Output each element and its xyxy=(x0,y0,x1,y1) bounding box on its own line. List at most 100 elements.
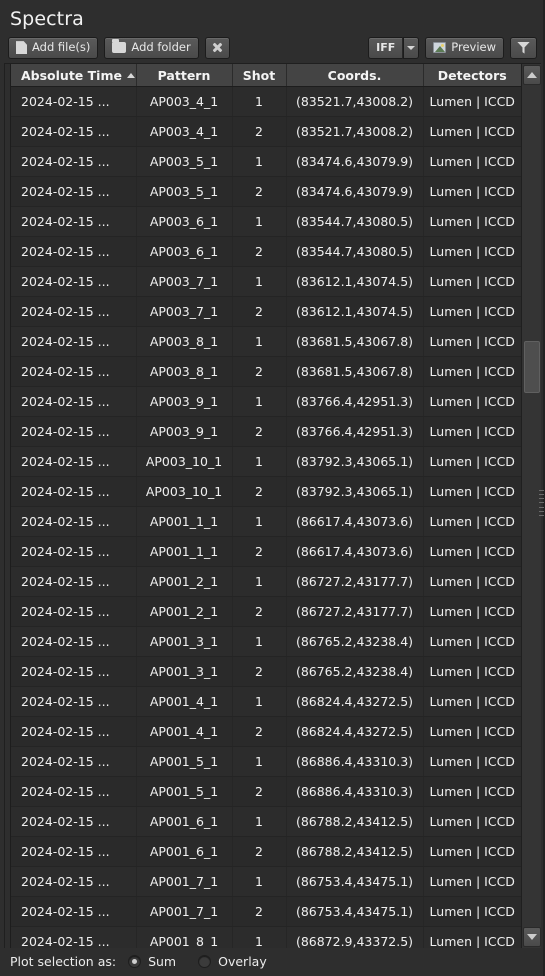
cell-detectors: Lumen | ICCD xyxy=(423,626,521,657)
format-select-dropdown-button[interactable] xyxy=(403,36,420,59)
table-row[interactable]: 2024-02-15 ... AP001_4_1 1 (86824.4,43272.5… xyxy=(11,686,521,717)
cell-detectors: Lumen | ICCD xyxy=(423,506,521,537)
column-header-detectors[interactable]: Detectors xyxy=(423,64,521,87)
table-row[interactable]: 2024-02-15 ... AP003_8_1 1 (83681.5,43067.8… xyxy=(11,326,521,357)
table-row[interactable]: 2024-02-15 ... AP001_5_1 1 (86886.4,43310.3… xyxy=(11,746,521,777)
column-header-shot[interactable]: Shot xyxy=(232,64,287,87)
cell-coords: (83612.1,43074.5) xyxy=(286,266,424,297)
cell-detectors: Lumen | ICCD xyxy=(423,236,521,267)
table-row[interactable]: 2024-02-15 ... AP001_2_1 2 (86727.2,43177.7… xyxy=(11,596,521,627)
scroll-up-button[interactable] xyxy=(522,65,541,86)
radio-option-overlay[interactable]: Overlay xyxy=(198,954,267,969)
cell-coords: (83792.3,43065.1) xyxy=(286,446,424,477)
table-row[interactable]: 2024-02-15 ... AP003_6_1 2 (83544.7,43080.5… xyxy=(11,236,521,267)
cell-pattern: AP003_7_1 xyxy=(136,296,233,327)
table-row[interactable]: 2024-02-15 ... AP003_5_1 2 (83474.6,43079.9… xyxy=(11,176,521,207)
preview-button[interactable]: Preview xyxy=(425,36,504,59)
table-row[interactable]: 2024-02-15 ... AP001_4_1 2 (86824.4,43272.5… xyxy=(11,716,521,747)
cell-detectors: Lumen | ICCD xyxy=(423,656,521,687)
cell-coords: (83544.7,43080.5) xyxy=(286,206,424,237)
cell-coords: (86727.2,43177.7) xyxy=(286,596,424,627)
cell-coords: (86765.2,43238.4) xyxy=(286,656,424,687)
table-row[interactable]: 2024-02-15 ... AP003_10_1 1 (83792.3,43065.… xyxy=(11,446,521,477)
cell-shot: 1 xyxy=(232,566,287,597)
table-row[interactable]: 2024-02-15 ... AP003_9_1 2 (83766.4,42951.3… xyxy=(11,416,521,447)
cell-shot: 2 xyxy=(232,416,287,447)
cell-detectors: Lumen | ICCD xyxy=(423,416,521,447)
column-header-coords-label: Coords. xyxy=(327,67,382,83)
cell-shot: 2 xyxy=(232,716,287,747)
table-row[interactable]: 2024-02-15 ... AP003_10_1 2 (83792.3,43065.… xyxy=(11,476,521,507)
table-row[interactable]: 2024-02-15 ... AP001_3_1 1 (86765.2,43238.4… xyxy=(11,626,521,657)
cell-pattern: AP001_7_1 xyxy=(136,866,233,897)
cell-detectors: Lumen | ICCD xyxy=(423,386,521,417)
table-row[interactable]: 2024-02-15 ... AP003_9_1 1 (83766.4,42951.3… xyxy=(11,386,521,417)
filter-button[interactable] xyxy=(510,36,537,59)
vertical-scrollbar[interactable] xyxy=(521,64,541,948)
cell-coords: (86788.2,43412.5) xyxy=(286,806,424,837)
cell-pattern: AP001_2_1 xyxy=(136,566,233,597)
table-row[interactable]: 2024-02-15 ... AP001_6_1 1 (86788.2,43412.5… xyxy=(11,806,521,837)
cell-time: 2024-02-15 ... xyxy=(11,236,137,267)
add-folder-button[interactable]: Add folder xyxy=(104,36,199,59)
cell-coords: (83766.4,42951.3) xyxy=(286,386,424,417)
cell-time: 2024-02-15 ... xyxy=(11,86,137,117)
scroll-down-button[interactable] xyxy=(522,926,541,947)
table-row[interactable]: 2024-02-15 ... AP003_4_1 1 (83521.7,43008.2… xyxy=(11,86,521,117)
image-icon xyxy=(433,42,447,54)
cell-pattern: AP001_6_1 xyxy=(136,806,233,837)
cell-shot: 1 xyxy=(232,146,287,177)
cell-pattern: AP003_6_1 xyxy=(136,236,233,267)
radio-option-sum[interactable]: Sum xyxy=(128,954,176,969)
format-select[interactable]: IFF xyxy=(368,36,420,59)
table-row[interactable]: 2024-02-15 ... AP001_1_1 1 (86617.4,43073.6… xyxy=(11,506,521,537)
scrollbar-thumb[interactable] xyxy=(524,341,540,394)
table-viewport: Absolute Time Pattern Shot Coords. Detec xyxy=(11,64,521,948)
table-row[interactable]: 2024-02-15 ... AP003_6_1 1 (83544.7,43080.5… xyxy=(11,206,521,237)
cell-time: 2024-02-15 ... xyxy=(11,656,137,687)
cell-time: 2024-02-15 ... xyxy=(11,746,137,777)
table-row[interactable]: 2024-02-15 ... AP001_2_1 1 (86727.2,43177.7… xyxy=(11,566,521,597)
remove-selection-button[interactable] xyxy=(204,36,230,59)
table-row[interactable]: 2024-02-15 ... AP001_1_1 2 (86617.4,43073.6… xyxy=(11,536,521,567)
scrollbar-track[interactable] xyxy=(523,86,540,926)
table-row[interactable]: 2024-02-15 ... AP003_8_1 2 (83681.5,43067.8… xyxy=(11,356,521,387)
cell-pattern: AP003_9_1 xyxy=(136,416,233,447)
table-row[interactable]: 2024-02-15 ... AP003_4_1 2 (83521.7,43008.2… xyxy=(11,116,521,147)
radio-overlay-indicator[interactable] xyxy=(198,955,212,969)
table-row[interactable]: 2024-02-15 ... AP001_7_1 1 (86753.4,43475.1… xyxy=(11,866,521,897)
cell-detectors: Lumen | ICCD xyxy=(423,326,521,357)
cell-time: 2024-02-15 ... xyxy=(11,206,137,237)
table-row[interactable]: 2024-02-15 ... AP001_7_1 2 (86753.4,43475.1… xyxy=(11,896,521,927)
cell-coords: (83612.1,43074.5) xyxy=(286,296,424,327)
cell-detectors: Lumen | ICCD xyxy=(423,146,521,177)
table-row[interactable]: 2024-02-15 ... AP001_8_1 1 (86872.9,43372.5… xyxy=(11,926,521,948)
cell-time: 2024-02-15 ... xyxy=(11,296,137,327)
cell-detectors: Lumen | ICCD xyxy=(423,86,521,117)
cell-shot: 1 xyxy=(232,806,287,837)
table-row[interactable]: 2024-02-15 ... AP003_5_1 1 (83474.6,43079.9… xyxy=(11,146,521,177)
table-row[interactable]: 2024-02-15 ... AP001_6_1 2 (86788.2,43412.5… xyxy=(11,836,521,867)
cell-time: 2024-02-15 ... xyxy=(11,116,137,147)
radio-sum-label: Sum xyxy=(148,954,177,970)
cell-detectors: Lumen | ICCD xyxy=(423,206,521,237)
cell-pattern: AP001_8_1 xyxy=(136,926,233,948)
footer: Plot selection as: Sum Overlay xyxy=(0,947,545,976)
cell-shot: 1 xyxy=(232,386,287,417)
cell-time: 2024-02-15 ... xyxy=(11,146,137,177)
format-select-value-button[interactable]: IFF xyxy=(368,36,404,59)
cell-coords: (83792.3,43065.1) xyxy=(286,476,424,507)
column-header-absolute-time[interactable]: Absolute Time xyxy=(11,64,137,87)
cell-detectors: Lumen | ICCD xyxy=(423,536,521,567)
cell-detectors: Lumen | ICCD xyxy=(423,296,521,327)
table-row[interactable]: 2024-02-15 ... AP003_7_1 2 (83612.1,43074.5… xyxy=(11,296,521,327)
cell-pattern: AP001_4_1 xyxy=(136,686,233,717)
radio-sum-indicator[interactable] xyxy=(128,955,142,969)
column-header-pattern[interactable]: Pattern xyxy=(136,64,233,87)
column-header-coords[interactable]: Coords. xyxy=(286,64,424,87)
table-row[interactable]: 2024-02-15 ... AP003_7_1 1 (83612.1,43074.5… xyxy=(11,266,521,297)
resize-grip[interactable] xyxy=(539,490,544,516)
add-files-button[interactable]: Add file(s) xyxy=(8,36,99,59)
table-row[interactable]: 2024-02-15 ... AP001_5_1 2 (86886.4,43310.3… xyxy=(11,776,521,807)
table-row[interactable]: 2024-02-15 ... AP001_3_1 2 (86765.2,43238.4… xyxy=(11,656,521,687)
